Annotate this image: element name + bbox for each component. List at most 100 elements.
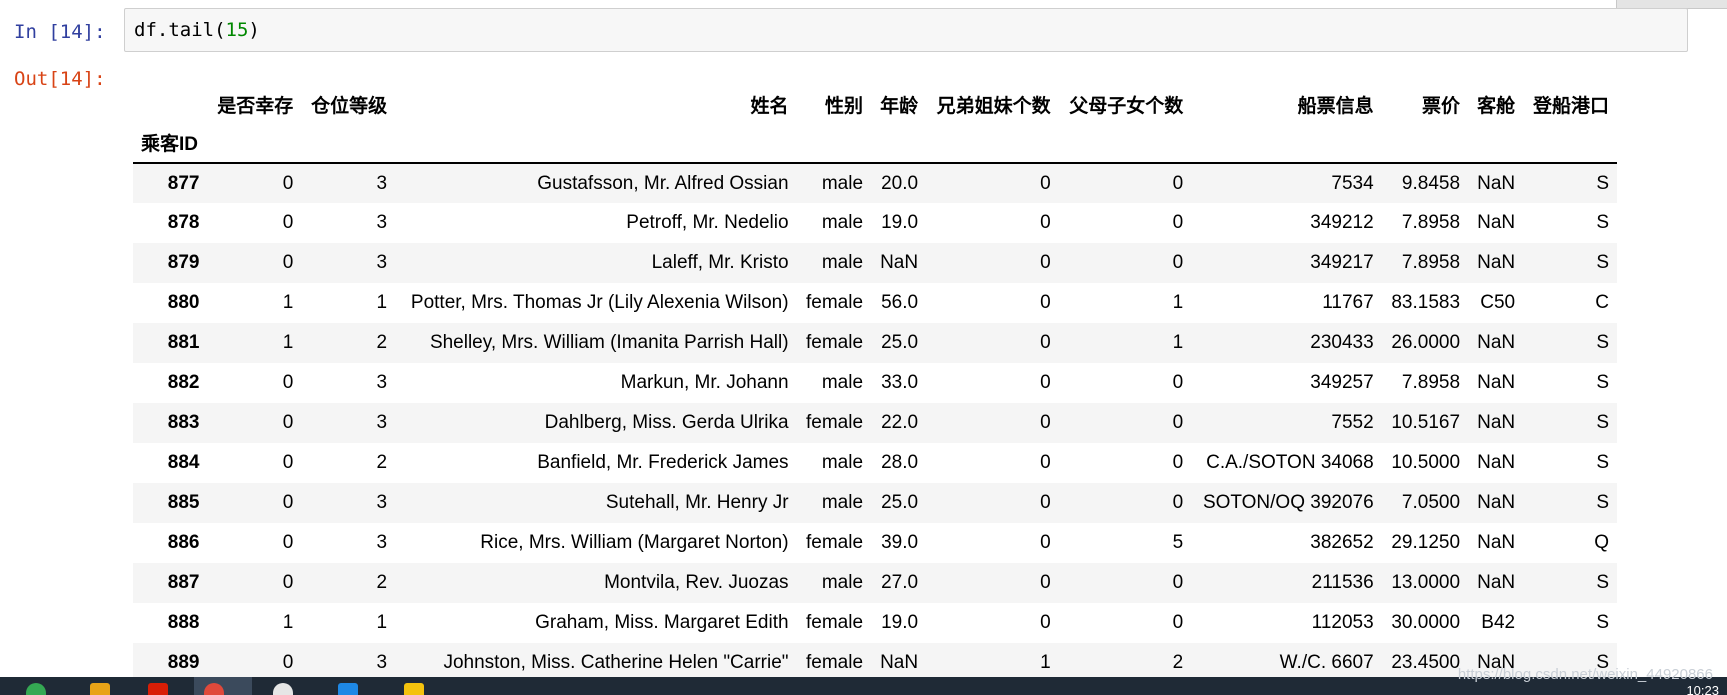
- table-cell: 3: [376, 212, 388, 233]
- table-cell: NaN: [1477, 172, 1516, 194]
- table-cell: C50: [1480, 292, 1516, 313]
- row-index: 886: [167, 532, 200, 553]
- table-cell: Potter, Mrs. Thomas Jr (Lily Alexenia Wi…: [410, 292, 789, 313]
- table-cell: 39.0: [881, 532, 919, 553]
- column-header: 客舱: [1477, 95, 1516, 117]
- table-cell: 1: [376, 612, 388, 633]
- table-cell: 1: [1172, 332, 1184, 353]
- table-cell: 7552: [1331, 412, 1374, 433]
- code-text[interactable]: df.tail(15): [134, 19, 260, 41]
- table-cell: 10.5167: [1391, 412, 1461, 433]
- table-cell: 0: [1040, 292, 1051, 313]
- table-cell: 382652: [1310, 532, 1374, 553]
- row-index: 882: [167, 372, 200, 393]
- table-cell: 0: [1040, 252, 1051, 273]
- column-header-row: 是否幸存 仓位等级 姓名 性别 年龄 兄弟姐妹个数 父母子女个数 船票信息 票价…: [133, 86, 1617, 122]
- table-cell: C.A./SOTON 34068: [1206, 452, 1374, 473]
- table-cell: 19.0: [881, 612, 919, 633]
- table-cell: 0: [1040, 572, 1051, 593]
- table-cell: 0: [1040, 412, 1051, 433]
- table-cell: S: [1596, 172, 1609, 194]
- table-cell: Q: [1594, 532, 1609, 553]
- row-index: 885: [167, 492, 200, 513]
- column-header: 父母子女个数: [1069, 95, 1184, 117]
- table-row: 887 0 2 Montvila, Rev. Juozas male 27.0 0 0 2115…: [133, 563, 1617, 603]
- table-cell: NaN: [1477, 452, 1516, 473]
- table-cell: 25.0: [881, 492, 919, 513]
- table-row: 882 0 3 Markun, Mr. Johann male 33.0 0 0 349257 7…: [133, 363, 1617, 403]
- table-cell: 0: [1040, 612, 1051, 633]
- table-cell: 10.5000: [1391, 452, 1461, 473]
- table-cell: 0: [1172, 612, 1184, 633]
- table-cell: male: [821, 172, 864, 194]
- row-index: 880: [167, 292, 200, 313]
- table-cell: NaN: [1477, 572, 1516, 593]
- table-cell: 0: [282, 252, 294, 273]
- table-cell: 3: [376, 252, 388, 273]
- table-row: 878 0 3 Petroff, Mr. Nedelio male 19.0 0 0 34921…: [133, 203, 1617, 243]
- table-cell: C: [1595, 292, 1609, 313]
- table-row: 883 0 3 Dahlberg, Miss. Gerda Ulrika female 2…: [133, 403, 1617, 443]
- table-cell: 349212: [1310, 212, 1374, 233]
- folder-icon[interactable]: [90, 683, 110, 695]
- table-cell: 3: [376, 372, 388, 393]
- table-cell: 25.0: [881, 332, 919, 353]
- column-header: 兄弟姐妹个数: [936, 95, 1051, 117]
- app-red-icon[interactable]: [148, 683, 168, 695]
- table-cell: Graham, Miss. Margaret Edith: [535, 612, 789, 633]
- app-yellow-icon[interactable]: [404, 683, 424, 695]
- table-cell: 0: [1040, 452, 1051, 473]
- clock-app-icon[interactable]: [273, 683, 293, 695]
- table-cell: 1: [282, 332, 294, 353]
- code-input-cell[interactable]: df.tail(15): [124, 8, 1688, 52]
- table-cell: S: [1596, 452, 1609, 473]
- row-index: 888: [167, 612, 200, 633]
- table-cell: 3: [376, 172, 388, 194]
- table-cell: NaN: [1477, 252, 1516, 273]
- table-cell: 0: [282, 212, 294, 233]
- table-cell: 29.1250: [1391, 532, 1461, 553]
- table-cell: female: [805, 412, 864, 433]
- table-cell: NaN: [1477, 492, 1516, 513]
- row-index: 881: [167, 332, 200, 353]
- table-cell: female: [805, 332, 864, 353]
- table-cell: Petroff, Mr. Nedelio: [626, 212, 789, 233]
- table-cell: 0: [1172, 492, 1184, 513]
- table-cell: female: [805, 292, 864, 313]
- table-row: 877 0 3 Gustafsson, Mr. Alfred Ossian male 20…: [133, 163, 1617, 203]
- watermark-text: https://blog.csdn.net/weixin_44920866: [1457, 666, 1713, 683]
- index-name: 乘客ID: [141, 133, 199, 155]
- table-cell: 0: [282, 172, 294, 194]
- app-blue-icon[interactable]: [338, 683, 358, 695]
- table-cell: 1: [282, 612, 294, 633]
- table-cell: 19.0: [881, 212, 919, 233]
- table-cell: S: [1596, 372, 1609, 393]
- column-header: 船票信息: [1297, 95, 1374, 117]
- table-cell: 5: [1172, 532, 1184, 553]
- table-body: 877 0 3 Gustafsson, Mr. Alfred Ossian male 20…: [133, 163, 1617, 683]
- table-cell: 0: [1172, 572, 1184, 593]
- table-cell: NaN: [1477, 412, 1516, 433]
- table-cell: S: [1596, 212, 1609, 233]
- table-cell: male: [821, 372, 864, 393]
- table-cell: Banfield, Mr. Frederick James: [537, 452, 789, 473]
- table-cell: 1: [376, 292, 388, 313]
- taskbar-clock[interactable]: 10:23: [1686, 683, 1719, 695]
- table-row: 888 1 1 Graham, Miss. Margaret Edith female 1…: [133, 603, 1617, 643]
- column-header: 仓位等级: [311, 95, 388, 117]
- table-cell: 0: [1172, 452, 1184, 473]
- table-cell: B42: [1481, 612, 1516, 633]
- table-cell: 3: [376, 412, 388, 433]
- row-index: 878: [167, 212, 200, 233]
- table-cell: 0: [1040, 212, 1051, 233]
- table-cell: 20.0: [881, 172, 919, 194]
- table-cell: 7.8958: [1401, 252, 1461, 273]
- table-cell: 0: [282, 412, 294, 433]
- table-cell: 27.0: [881, 572, 919, 593]
- table-cell: Sutehall, Mr. Henry Jr: [605, 492, 789, 513]
- table-cell: 0: [1040, 172, 1051, 194]
- chrome-icon[interactable]: [26, 683, 46, 695]
- table-cell: 56.0: [881, 292, 919, 313]
- column-header: 登船港口: [1532, 95, 1609, 117]
- table-cell: 0: [1172, 252, 1184, 273]
